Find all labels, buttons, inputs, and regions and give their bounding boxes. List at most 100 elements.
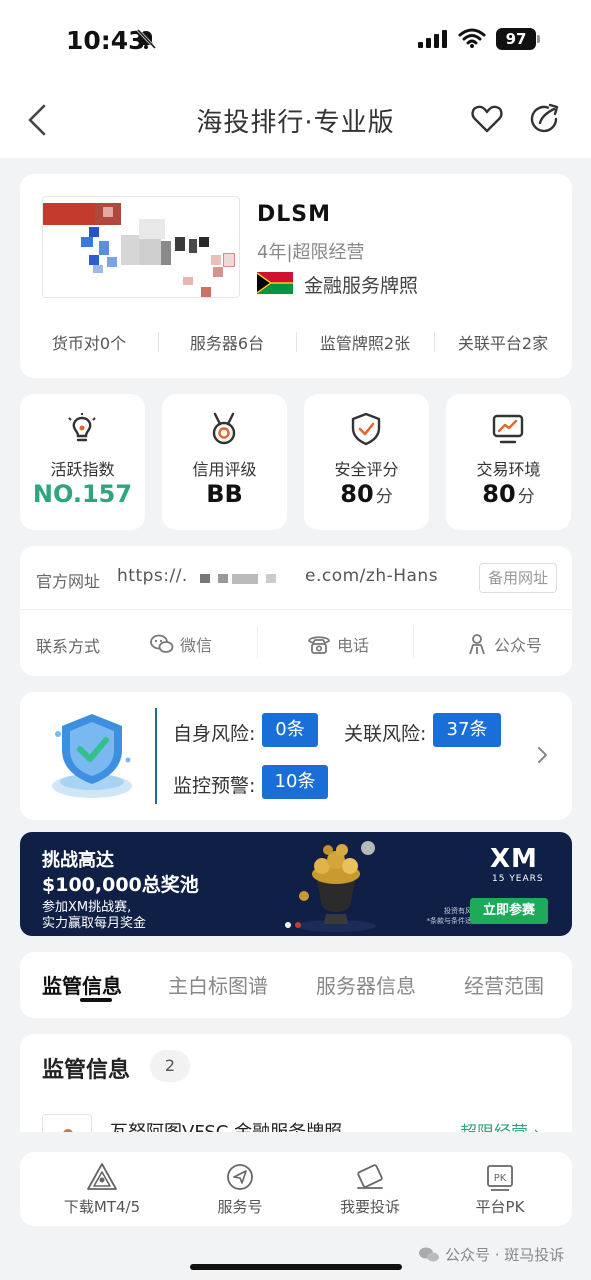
shield-check-icon (351, 412, 381, 446)
redacted-url-block (232, 574, 258, 584)
divider (257, 626, 258, 658)
wechat-icon (150, 634, 174, 653)
contact-wechat[interactable]: 微信 (150, 632, 212, 656)
monitor-warning-count[interactable]: 10条 (262, 765, 328, 799)
metric-security-score[interactable]: 安全评分 80 分 (304, 394, 429, 530)
metric-trading-environment[interactable]: 交易环境 80 分 (446, 394, 571, 530)
svg-text:PK: PK (494, 1173, 507, 1184)
xm-logo: XM (490, 844, 538, 874)
bottom-label: 服务号 (217, 1198, 263, 1216)
regulation-count-badge: 2 (150, 1050, 190, 1082)
promo-banner[interactable]: 挑战高达 $100,000总奖池 参加XM挑战赛, 实力赢取每月奖金 XM 15… (20, 832, 572, 936)
redacted-url-block (218, 574, 228, 583)
regulator-logo (42, 1114, 92, 1132)
nav-bar: 海投排行·专业版 (0, 80, 591, 158)
website-url-end[interactable]: e.com/zh-Hans (305, 566, 438, 586)
banner-prize: $100,000总奖池 (42, 874, 199, 896)
status-bar: 10:43 97 (0, 0, 591, 80)
regulation-item-status[interactable]: 超限经营 › (460, 1118, 540, 1132)
share-icon[interactable] (528, 102, 562, 136)
broker-logo (42, 196, 240, 298)
send-circle-icon (227, 1164, 253, 1190)
monitor-chart-icon (492, 414, 524, 444)
stat-related-platforms[interactable]: 关联平台2家 (434, 330, 572, 354)
risk-summary-card[interactable]: 自身风险: 0条 关联风险: 37条 监控预警: 10条 (20, 692, 572, 820)
metric-activity[interactable]: 活跃指数 NO.157 (20, 394, 145, 530)
section-title: 监管信息 (42, 1058, 131, 1083)
vanuatu-flag-icon (257, 272, 293, 294)
service-account-button[interactable]: 服务号 (180, 1162, 300, 1217)
website-contact-card: 官方网址 https://. e.com/zh-Hans 备用网址 联系方式 微… (20, 546, 572, 676)
banner-subtext: 实力赢取每月奖金 (42, 916, 147, 931)
watermark-text: 公众号 · 斑马投诉 (445, 1246, 565, 1264)
metric-label: 信用评级 (192, 460, 257, 479)
broker-years: 4年|超限经营 (257, 242, 365, 263)
contact-phone[interactable]: 电话 (307, 632, 369, 656)
pk-icon: PK (487, 1165, 513, 1191)
stat-servers[interactable]: 服务器6台 (158, 330, 296, 354)
carousel-dot[interactable] (295, 922, 301, 928)
broker-stats-row: 货币对0个 服务器6台 监管牌照2张 关联平台2家 (20, 320, 572, 364)
redacted-url-block (266, 574, 276, 583)
redacted-url-block (200, 574, 210, 583)
metric-credit-rating[interactable]: 信用评级 BB (162, 394, 287, 530)
carousel-dot-active[interactable] (285, 922, 291, 928)
battery-indicator: 97 (496, 28, 536, 50)
metric-label: 交易环境 (476, 460, 541, 479)
broker-profile-card: DLSM 4年|超限经营 金融服务牌照 货币对0个 服务器6台 监管牌照2张 关… (20, 174, 572, 378)
related-risk-count[interactable]: 37条 (433, 713, 501, 747)
metric-label: 活跃指数 (50, 460, 115, 479)
contact-official-label: 公众号 (494, 636, 543, 655)
person-icon (469, 634, 485, 655)
platform-pk-button[interactable]: PK 平台PK (440, 1162, 560, 1217)
contact-phone-label: 电话 (337, 636, 370, 655)
complaint-button[interactable]: 我要投诉 (310, 1162, 430, 1217)
phone-icon (308, 636, 330, 654)
self-risk-count[interactable]: 0条 (262, 713, 318, 747)
home-indicator[interactable] (190, 1264, 402, 1270)
watermark: 公众号 · 斑马投诉 (418, 1244, 564, 1265)
banner-headline: 挑战高达 (42, 850, 114, 871)
metric-label: 安全评分 (334, 460, 399, 479)
regulation-section: 监管信息 2 瓦努阿图VFSC 金融服务牌照 超限经营 › (20, 1034, 572, 1132)
detail-tabs: 监管信息 主白标图谱 服务器信息 经营范围 (20, 952, 572, 1018)
metric-value: BB (206, 480, 243, 508)
backup-url-button[interactable]: 备用网址 (479, 563, 557, 593)
status-time: 10:43 (66, 26, 146, 55)
bottom-label: 下载MT4/5 (63, 1198, 141, 1216)
tab-regulation[interactable]: 监管信息 (42, 970, 122, 999)
contact-wechat-label: 微信 (180, 636, 213, 655)
contact-label: 联系方式 (36, 637, 101, 656)
xm-years-tagline: 15 YEARS (492, 874, 544, 884)
bottom-action-bar: 下载MT4/5 服务号 我要投诉 PK 平台PK (20, 1152, 572, 1226)
monitor-warning-label: 监控预警: (173, 775, 256, 797)
contact-row: 联系方式 微信 电话 公众号 (20, 610, 572, 676)
stat-currency-pairs[interactable]: 货币对0个 (20, 330, 158, 354)
security-shield-illustration (52, 714, 132, 798)
download-mt-button[interactable]: 下载MT4/5 (42, 1162, 162, 1217)
wechat-icon (419, 1247, 439, 1261)
divider (413, 626, 414, 658)
bell-muted-icon (136, 28, 157, 50)
wifi-icon (458, 28, 486, 48)
regulation-item-title[interactable]: 瓦努阿图VFSC 金融服务牌照 (110, 1118, 342, 1132)
bulb-icon (68, 413, 96, 442)
download-mt-icon (87, 1163, 117, 1190)
license-type: 金融服务牌照 (304, 275, 419, 297)
trophy-coins-icon (296, 841, 376, 932)
active-tab-indicator (80, 998, 112, 1002)
tab-business-scope[interactable]: 经营范围 (464, 970, 544, 999)
metric-value: 80 分 (482, 480, 535, 508)
stat-licenses[interactable]: 监管牌照2张 (296, 330, 434, 354)
tab-server-info[interactable]: 服务器信息 (316, 970, 416, 999)
complaint-ticket-icon (357, 1164, 383, 1189)
tab-white-label-map[interactable]: 主白标图谱 (168, 970, 268, 999)
join-now-button[interactable]: 立即参赛 (470, 898, 548, 924)
divider (155, 708, 157, 804)
bottom-label: 平台PK (475, 1198, 525, 1216)
website-url[interactable]: https://. (117, 566, 188, 586)
website-label: 官方网址 (36, 572, 101, 591)
chevron-right-icon[interactable] (536, 744, 550, 766)
favorite-heart-icon[interactable] (470, 102, 504, 136)
contact-official-account[interactable]: 公众号 (466, 632, 542, 656)
